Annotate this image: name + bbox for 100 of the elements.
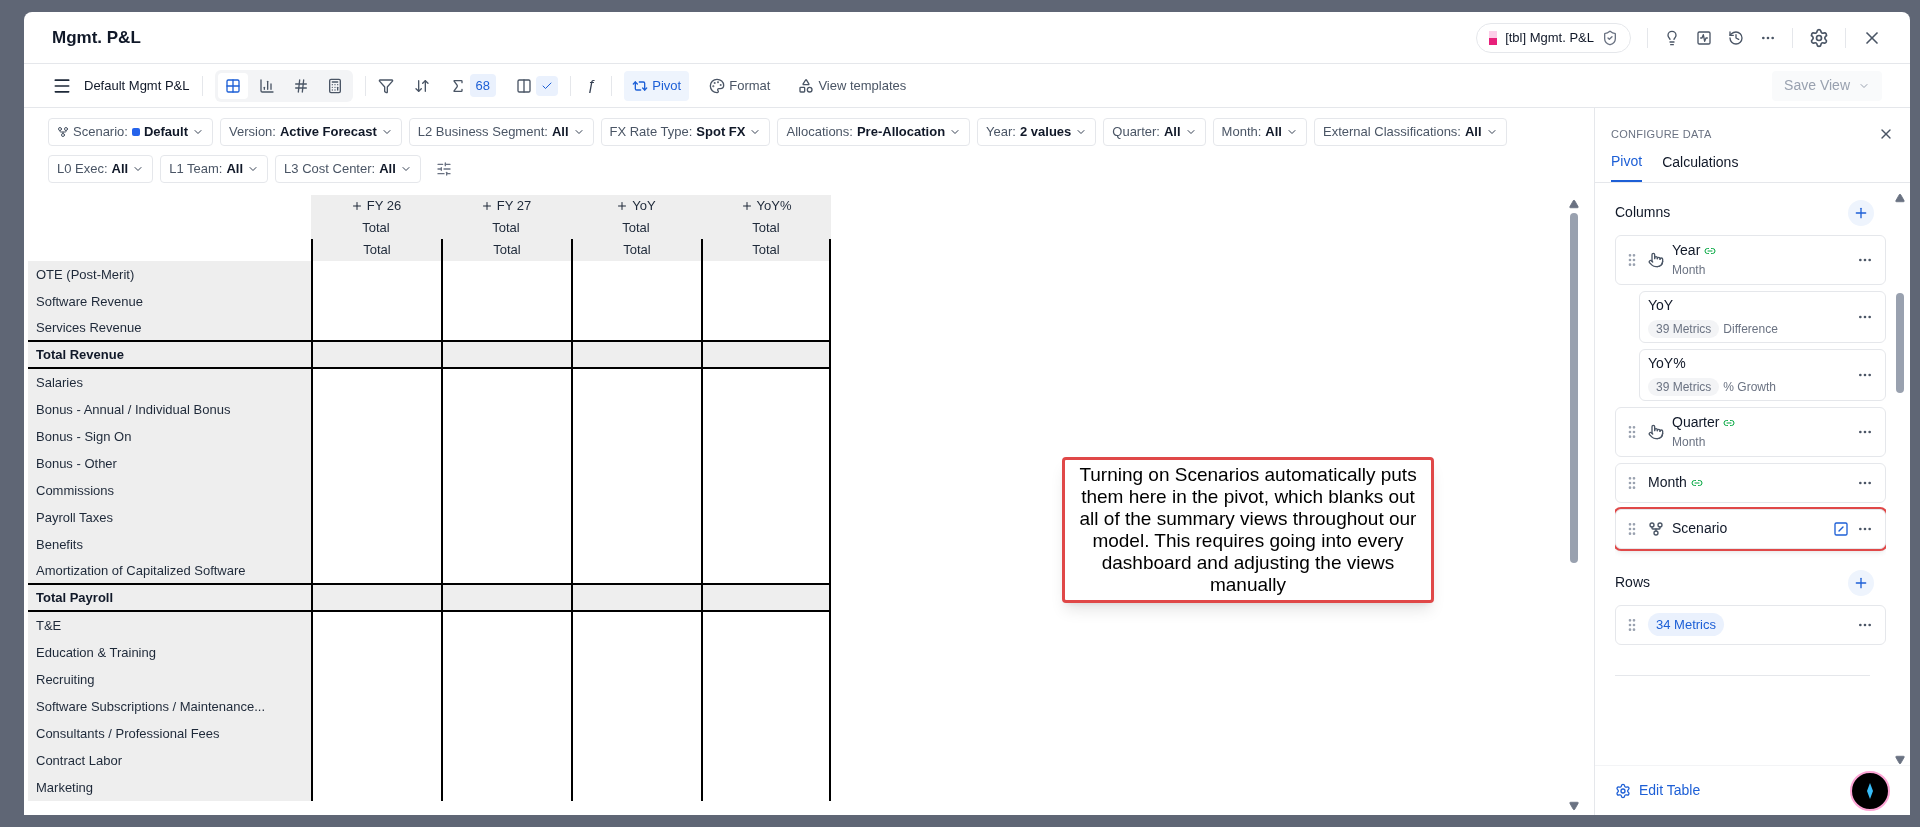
scroll-up-icon[interactable] [1569, 199, 1579, 209]
filter-chip[interactable]: L2 Business Segment: All [408, 118, 594, 146]
row-label: Bonus - Sign On [28, 423, 311, 450]
pivot-item[interactable]: 34 Metrics [1615, 604, 1886, 645]
settings-icon[interactable] [1809, 27, 1829, 48]
calculation-item[interactable]: YoY% 39 Metrics % Growth [1639, 348, 1886, 401]
item-sublabel: Month [1672, 434, 1707, 451]
item-label: Quarter [1672, 413, 1720, 432]
pivot-item[interactable]: Month [1615, 462, 1886, 503]
row-label: Consultants / Professional Fees [28, 720, 311, 747]
column-header[interactable]: FY 26 [311, 195, 441, 217]
table-color-icon [1489, 30, 1498, 45]
row-label: Contract Labor [28, 747, 311, 774]
calc-note: Difference [1723, 321, 1778, 338]
history-icon[interactable] [1728, 29, 1744, 46]
number-icon [292, 77, 309, 94]
item-label: YoY [1648, 296, 1675, 315]
function-button[interactable]: ƒ [582, 74, 600, 97]
chart-icon [258, 77, 275, 94]
pivot-item[interactable]: Year Month [1615, 234, 1886, 285]
fork-icon [57, 126, 69, 138]
expand-icon[interactable] [616, 200, 629, 212]
row-label: Total Payroll [28, 585, 311, 610]
templates-icon [798, 77, 815, 94]
filter-icon[interactable] [377, 77, 394, 94]
filter-settings-icon[interactable] [435, 161, 452, 177]
check-toggle[interactable] [535, 75, 558, 96]
calc-note: % Growth [1723, 379, 1777, 396]
item-sublabel: Month [1672, 262, 1707, 279]
column-header: Total [571, 217, 701, 239]
hidden-icon[interactable] [1833, 520, 1849, 537]
scroll-up-icon[interactable] [1895, 192, 1905, 203]
metric-count[interactable]: 68 [469, 73, 496, 98]
filter-chip[interactable]: Allocations: Pre-Allocation [777, 118, 971, 146]
lightbulb-icon[interactable] [1664, 29, 1680, 46]
row-label: Salaries [28, 369, 311, 396]
filter-chip[interactable]: Quarter: All [1103, 118, 1206, 146]
view-mode-button[interactable] [217, 72, 248, 99]
filter-chip[interactable]: External Classifications: All [1314, 118, 1507, 146]
calculator-icon [326, 77, 343, 94]
activity-icon[interactable] [1696, 29, 1712, 46]
panel-title: CONFIGURE DATA [1611, 127, 1712, 142]
shield-check-icon[interactable] [1602, 29, 1618, 46]
item-label: Year [1672, 241, 1701, 260]
column-header[interactable]: YoY [571, 195, 701, 217]
row-label: Commissions [28, 477, 311, 504]
settings-icon [1615, 782, 1631, 799]
filter-chip[interactable]: L0 Exec: All [48, 155, 154, 183]
scroll-down-icon[interactable] [1895, 755, 1905, 765]
column-header: Total [701, 239, 831, 261]
fork-icon [1648, 520, 1664, 537]
badge-label: [tbl] Mgmt. P&L [1505, 28, 1594, 47]
row-label: Services Revenue [28, 315, 311, 340]
pivot-item[interactable]: Quarter Month [1615, 406, 1886, 457]
item-label: Month [1648, 473, 1687, 492]
row-label: Payroll Taxes [28, 504, 311, 531]
toolbar-button[interactable]: View templates [790, 70, 915, 101]
expand-icon[interactable] [350, 200, 363, 212]
filter-chip[interactable]: FX Rate Type: Spot FX [600, 118, 771, 146]
column-header: Total [441, 239, 571, 261]
row-label: T&E [28, 612, 311, 639]
filter-chip[interactable]: L3 Cost Center: All [275, 155, 421, 183]
filter-chip[interactable]: Scenario: Default [48, 118, 213, 146]
scrollbar-thumb[interactable] [1570, 213, 1578, 563]
scroll-down-icon[interactable] [1569, 801, 1579, 811]
column-header: Total [571, 239, 701, 261]
row-label: Total Revenue [28, 342, 311, 367]
panel-tab[interactable]: Calculations [1662, 150, 1739, 182]
sort-icon[interactable] [413, 77, 430, 94]
toolbar-button[interactable]: Format [701, 70, 779, 101]
row-label: Software Revenue [28, 288, 311, 315]
table-icon [224, 77, 241, 94]
column-header[interactable]: YoY% [701, 195, 831, 217]
add-button[interactable] [1848, 199, 1874, 226]
edit-table-button[interactable]: Edit Table [1615, 780, 1701, 801]
pivot-item[interactable]: Scenario [1615, 508, 1886, 549]
toolbar-button[interactable]: Pivot [624, 70, 690, 101]
expand-icon[interactable] [740, 200, 753, 212]
view-name[interactable]: Default Mgmt P&L [84, 75, 190, 96]
metrics-chip: 39 Metrics [1648, 378, 1720, 396]
row-label: Recruiting [28, 666, 311, 693]
metrics-chip[interactable]: 34 Metrics [1648, 612, 1724, 637]
row-label: Amortization of Capitalized Software [28, 558, 311, 583]
filter-chip[interactable]: L1 Team: All [160, 155, 269, 183]
format-icon [709, 77, 726, 94]
row-label: OTE (Post-Merit) [28, 261, 311, 288]
column-header[interactable]: FY 27 [441, 195, 571, 217]
filter-chip[interactable]: Year: 2 values [977, 118, 1097, 146]
column-header: Total [311, 217, 441, 239]
scrollbar-thumb[interactable] [1896, 292, 1904, 393]
row-label: Education & Training [28, 639, 311, 666]
calculation-item[interactable]: YoY 39 Metrics Difference [1639, 290, 1886, 343]
section-title: Columns [1615, 203, 1671, 222]
filter-chip[interactable]: Month: All [1212, 118, 1307, 146]
expand-icon[interactable] [480, 200, 493, 212]
add-button[interactable] [1848, 569, 1874, 596]
columns-icon[interactable] [515, 77, 532, 94]
filter-chip[interactable]: Version: Active Forecast [220, 118, 402, 146]
panel-tab[interactable]: Pivot [1611, 150, 1643, 182]
assistant-icon[interactable] [1850, 770, 1890, 811]
